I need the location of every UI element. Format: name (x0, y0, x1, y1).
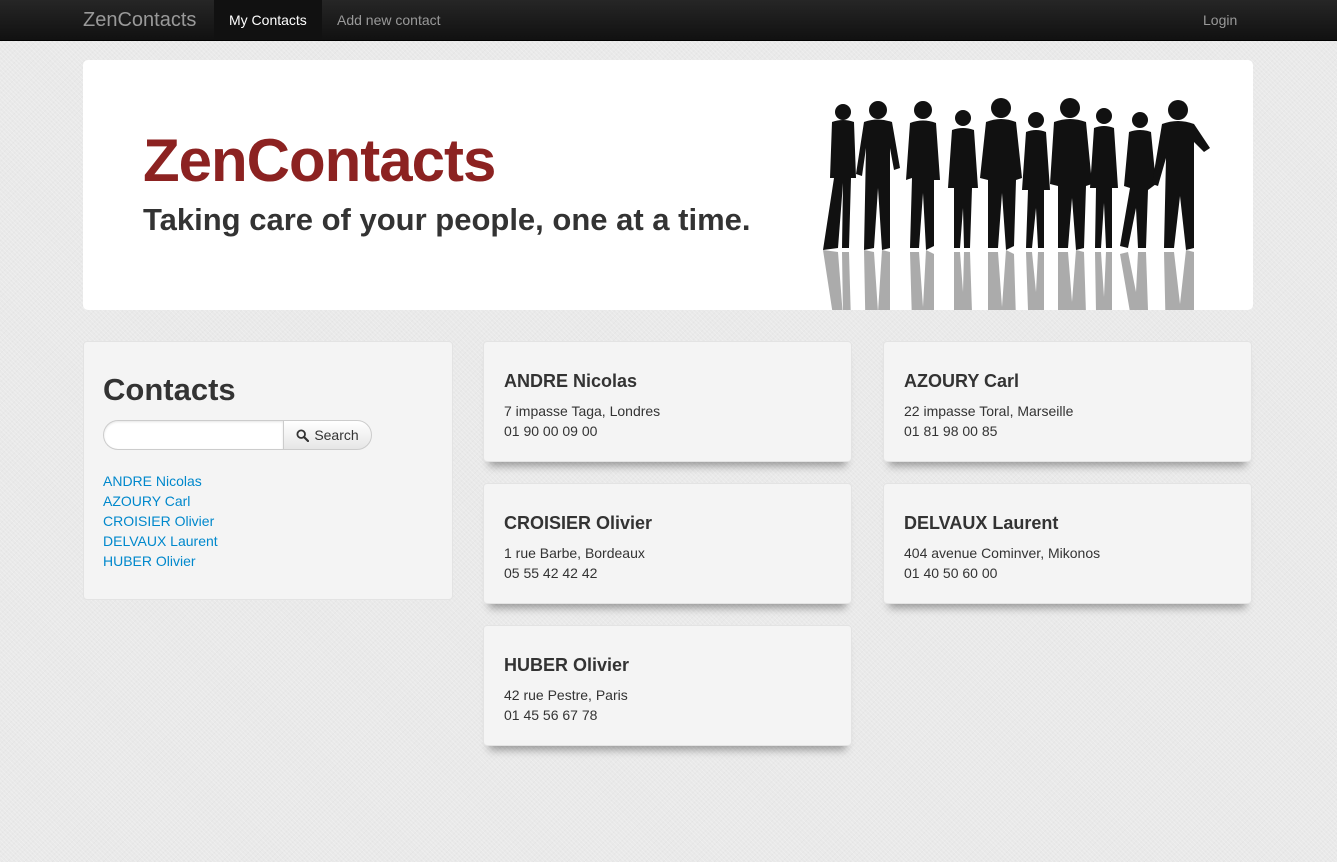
contact-address: 22 impasse Toral, Marseille (904, 403, 1074, 419)
contact-name: CROISIER Olivier (504, 513, 653, 533)
contact-phone: 05 55 42 42 42 (504, 565, 598, 581)
sidebar-title: Contacts (103, 372, 236, 407)
list-item: CROISIER Olivier (103, 511, 218, 531)
contact-card[interactable]: ANDRE Nicolas 7 impasse Taga, Londres 01… (483, 341, 852, 462)
hero-title: ZenContacts (143, 127, 496, 194)
contact-link[interactable]: DELVAUX Laurent (103, 533, 218, 549)
hero-subtitle: Taking care of your people, one at a tim… (143, 202, 751, 237)
search-button[interactable]: Search (283, 420, 372, 450)
nav-my-contacts[interactable]: My Contacts (214, 0, 322, 40)
nav-login[interactable]: Login (1188, 0, 1252, 40)
brand-link[interactable]: ZenContacts (83, 0, 196, 40)
contact-phone: 01 45 56 67 78 (504, 707, 598, 723)
contact-link[interactable]: AZOURY Carl (103, 493, 190, 509)
list-item: DELVAUX Laurent (103, 531, 218, 551)
hero-banner: ZenContacts Taking care of your people, … (83, 60, 1253, 310)
contact-link[interactable]: ANDRE Nicolas (103, 473, 202, 489)
list-item: HUBER Olivier (103, 551, 218, 571)
contact-phone: 01 40 50 60 00 (904, 565, 998, 581)
search-icon (296, 428, 310, 442)
contact-link[interactable]: CROISIER Olivier (103, 513, 214, 529)
contact-phone: 01 90 00 09 00 (504, 423, 598, 439)
contact-address: 404 avenue Cominver, Mikonos (904, 545, 1101, 561)
people-silhouette-image (823, 98, 1210, 310)
contacts-sidebar: Contacts Search ANDRE Nicolas AZOURY Car… (83, 341, 453, 600)
list-item: ANDRE Nicolas (103, 471, 218, 491)
top-navbar: ZenContacts My Contacts Add new contact … (0, 0, 1337, 41)
contact-name: HUBER Olivier (504, 655, 630, 675)
contact-phone: 01 81 98 00 85 (904, 423, 998, 439)
contact-link-list: ANDRE Nicolas AZOURY Carl CROISIER Olivi… (103, 471, 218, 571)
contact-name: AZOURY Carl (904, 371, 1020, 391)
contact-name: DELVAUX Laurent (904, 513, 1059, 533)
contact-card[interactable]: CROISIER Olivier 1 rue Barbe, Bordeaux 0… (483, 483, 852, 604)
contact-card[interactable]: HUBER Olivier 42 rue Pestre, Paris 01 45… (483, 625, 852, 746)
contact-card[interactable]: AZOURY Carl 22 impasse Toral, Marseille … (883, 341, 1252, 462)
contact-card[interactable]: DELVAUX Laurent 404 avenue Cominver, Mik… (883, 483, 1252, 604)
list-item: AZOURY Carl (103, 491, 218, 511)
nav-add-new-contact[interactable]: Add new contact (322, 0, 456, 40)
search-button-label: Search (314, 427, 359, 443)
contact-address: 42 rue Pestre, Paris (504, 687, 628, 703)
search-input[interactable] (103, 420, 283, 450)
contact-name: ANDRE Nicolas (504, 371, 638, 391)
contact-address: 7 impasse Taga, Londres (504, 403, 661, 419)
contact-link[interactable]: HUBER Olivier (103, 553, 196, 569)
contact-address: 1 rue Barbe, Bordeaux (504, 545, 645, 561)
